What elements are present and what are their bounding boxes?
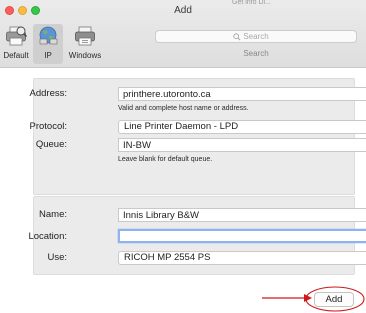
queue-hint: Leave blank for default queue. [118, 156, 213, 163]
protocol-select[interactable]: Line Printer Daemon - LPD [118, 120, 366, 134]
use-label: Use: [47, 252, 67, 263]
windows-printer-icon [75, 26, 95, 46]
address-label: Address: [29, 88, 68, 99]
queue-label: Queue: [35, 139, 67, 150]
window-title: Add [174, 5, 192, 16]
name-input[interactable] [119, 209, 366, 221]
background-window-fragment: Get info Di... [232, 0, 271, 4]
use-select[interactable]: RICOH MP 2554 PS [118, 251, 366, 265]
arrow-head-icon [304, 294, 312, 302]
toolbar-item-ip[interactable]: IP [33, 24, 63, 64]
connection-settings-panel: Address: Valid and complete host name or… [29, 78, 366, 195]
search-input[interactable] [156, 31, 356, 42]
location-input[interactable] [120, 231, 366, 243]
queue-field[interactable] [118, 138, 366, 152]
search-icon [233, 33, 241, 41]
search-field[interactable] [155, 30, 357, 43]
name-label: Name: [39, 209, 67, 220]
name-field[interactable] [118, 208, 366, 222]
toolbar-item-label: Default [3, 51, 29, 60]
globe-network-icon [39, 26, 58, 45]
protocol-value: Line Printer Daemon - LPD [124, 121, 239, 132]
location-field[interactable] [118, 229, 366, 243]
queue-input[interactable] [119, 139, 366, 151]
toolbar-item-label: Windows [68, 51, 102, 60]
printer-details-panel: Name: Location: Use: RICOH MP 2554 PS [28, 196, 366, 275]
address-hint: Valid and complete host name or address. [118, 105, 249, 112]
printer-default-icon [6, 26, 27, 46]
add-button[interactable]: Add [314, 292, 354, 307]
address-field[interactable] [118, 87, 366, 101]
protocol-label: Protocol: [29, 121, 68, 132]
address-input[interactable] [119, 88, 366, 100]
toolbar-item-default[interactable]: Default [0, 24, 32, 64]
use-value: RICOH MP 2554 PS [124, 252, 211, 263]
location-label: Location: [28, 231, 67, 242]
search-label: Search [243, 49, 269, 58]
toolbar-item-windows[interactable]: Windows [66, 24, 104, 64]
toolbar-item-label: IP [44, 51, 52, 60]
